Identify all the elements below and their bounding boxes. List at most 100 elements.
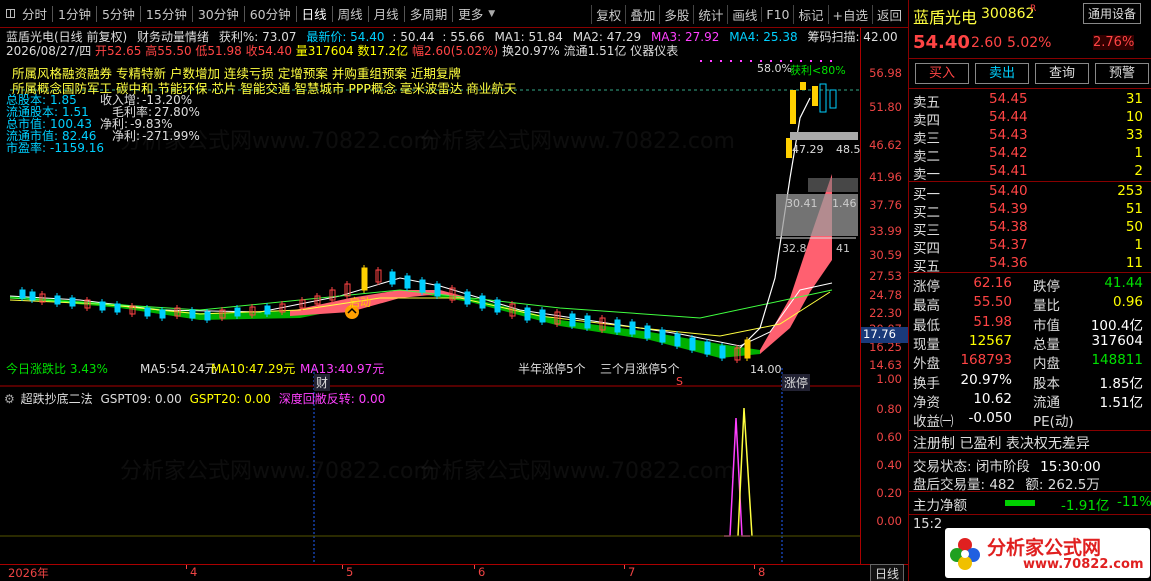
gspt20-line [737,407,753,537]
stat-value: 0.96 [1112,294,1143,311]
period-tab[interactable]: 更多 [455,4,486,23]
order-price[interactable]: 54.36 [989,255,1028,271]
toolbar-button[interactable]: 返回 [871,4,906,24]
period-tab[interactable]: 5分钟 [99,4,138,23]
kline-chart[interactable]: 分析家公式网www.70822.com 分析家公式网www.70822.com 分析… [0,28,948,581]
logo-text: 分析家公式网 [987,537,1102,559]
level-6: 41 [836,242,850,255]
order-price[interactable]: 54.38 [989,219,1028,235]
stat-label: 市值 [1033,317,1060,334]
x-axis: 2026年 4 5 6 7 8 [0,564,908,580]
stat-label: 量比 [1033,298,1060,315]
toolbar-button[interactable]: +自选 [827,4,872,24]
order-price[interactable]: 54.43 [989,127,1028,143]
industry-tag[interactable]: 通用设备 [1083,3,1142,24]
trade-button[interactable]: 买入 [915,63,969,84]
bar-open: 开52.65 [95,44,142,58]
limit-up-candle [812,86,818,106]
toolbar-button[interactable]: 多股 [659,4,693,24]
period-tab[interactable]: 15分钟 [143,4,190,23]
candle-body [361,267,368,291]
stat-value: 317604 [1091,332,1143,349]
signal-dot [740,60,742,62]
stat-label: PE(动) [1033,414,1074,431]
candle-body [404,275,411,289]
order-level-label: 买一 [913,187,940,203]
trade-button[interactable]: 查询 [1035,63,1089,84]
gspt09-label: GSPT09: 0.00 [100,392,182,406]
bar-date: 2026/08/27/四 [6,44,92,58]
toolbar-button[interactable]: 复权 [591,4,625,24]
period-tab[interactable]: 分时 [19,4,50,23]
cai-marker[interactable]: 财 [314,374,331,391]
order-price[interactable]: 54.39 [989,201,1028,217]
period-tab[interactable]: 多周期 [407,4,451,23]
period-tab[interactable]: 日线 [299,4,330,23]
x-axis-label: 8 [758,565,766,579]
price-tick: 46.62 [869,138,902,152]
stat-value: 1.85亿 [1099,375,1143,392]
limit-up-candle [790,90,796,124]
quote-panel: 蓝盾光电 300862 R 通用设备 54.40 2.60 5.02% 2.76… [908,0,1151,581]
level-2: 48.5 [836,143,861,156]
candle-body [569,313,576,327]
level-4: 1.46 [832,197,857,210]
toolbar-button[interactable]: F10 [761,6,793,22]
sub-chart-title[interactable]: 超跌抄底二法 [21,392,93,406]
x-axis-period-tab[interactable]: 日线 [870,564,905,581]
zhangting-marker[interactable]: 涨停 [782,374,811,391]
stock-code: 300862 [981,6,1035,22]
toolbar-button[interactable]: 统计 [693,4,727,24]
period-tab[interactable]: 月线 [371,4,402,23]
sub-tick: 0.60 [876,430,902,444]
trade-button[interactable]: 预警 [1095,63,1149,84]
price-scale: 56.98 51.80 46.62 41.96 37.76 33.99 30.59 27.53… [860,28,908,564]
toolbar-button[interactable]: 画线 [727,4,761,24]
x-axis-label: 7 [628,565,636,579]
period-tab[interactable]: 1分钟 [55,4,94,23]
stat-label: 内盘 [1033,356,1060,373]
gspt20-label: GSPT20: 0.00 [189,392,271,406]
candle-body [719,345,726,359]
toolbar-button[interactable]: 叠加 [625,4,659,24]
order-price[interactable]: 54.37 [989,237,1028,253]
price-tick: 14.63 [869,358,902,372]
fundamental-value: -271.99% [142,129,200,143]
chip-block [808,178,858,192]
ma13-label: MA13:40.97元 [300,362,385,376]
candle-body [389,271,396,285]
s-marker: S [676,375,683,388]
sub-tick: 0.80 [876,402,902,416]
watermark-text: 分析家公式网www.70822.com [420,459,735,484]
stat-label: 收益㈠ [913,414,954,431]
toolbar-button[interactable]: 标记 [793,4,827,24]
candle-body [524,307,531,321]
more-dropdown-icon[interactable]: ▼ [488,9,495,19]
candle-body [189,309,196,319]
stat-label: 最高 [913,298,940,315]
period-tab[interactable]: 30分钟 [195,4,242,23]
period-tab[interactable]: 60分钟 [247,4,294,23]
order-price[interactable]: 54.40 [989,183,1028,199]
sub-tick: 1.00 [876,372,902,386]
order-price[interactable]: 54.42 [989,145,1028,161]
stat-label: 净资 [913,394,940,411]
sub-settings-icon[interactable]: ⚙ [4,392,15,406]
order-level-label: 买三 [913,223,940,239]
signal-dot [730,60,732,62]
order-price[interactable]: 54.44 [989,109,1028,125]
toolbar-separator [367,5,369,22]
period-tab[interactable]: 周线 [335,4,366,23]
layout-grid-icon[interactable] [6,9,15,18]
candle-body [69,297,76,307]
tag-change-pct: 2.76% [1093,35,1135,50]
stat-label: 现量 [913,336,940,353]
stat-label: 换手 [913,375,940,392]
candle-body [584,315,591,329]
trade-button[interactable]: 卖出 [975,63,1029,84]
order-price[interactable]: 54.41 [989,163,1028,179]
order-price[interactable]: 54.45 [989,91,1028,107]
stat-label: 涨停 [913,279,940,295]
order-level-label: 卖五 [913,95,940,111]
price-tick: 33.99 [869,224,902,238]
